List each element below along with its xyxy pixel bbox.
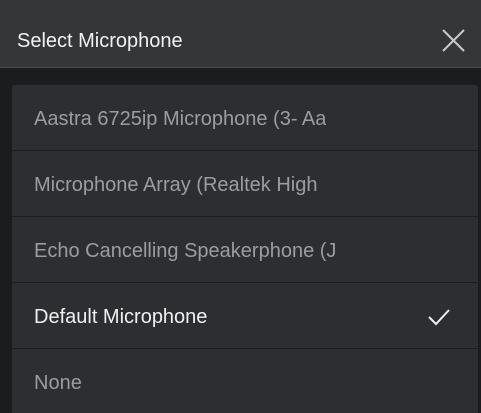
dialog-title: Select Microphone [17, 30, 183, 52]
microphone-option[interactable]: Echo Cancelling Speakerphone (J [12, 217, 478, 283]
microphone-option-label: Default Microphone [34, 306, 208, 328]
close-icon [440, 27, 467, 54]
microphone-option[interactable]: Microphone Array (Realtek High [12, 151, 478, 217]
microphone-option[interactable]: None [12, 349, 478, 413]
dialog-header: Select Microphone [0, 0, 481, 68]
close-button[interactable] [440, 27, 467, 54]
microphone-option-label: Echo Cancelling Speakerphone (J [34, 240, 337, 262]
microphone-option-label: Aastra 6725ip Microphone (3- Aa [34, 108, 327, 130]
checkmark-icon [426, 307, 452, 327]
select-microphone-dialog: Select Microphone Aastra 6725ip Micropho… [0, 0, 481, 413]
microphone-option-selected[interactable]: Default Microphone [12, 283, 478, 349]
microphone-option[interactable]: Aastra 6725ip Microphone (3- Aa [12, 85, 478, 151]
microphone-list: Aastra 6725ip Microphone (3- Aa Micropho… [12, 85, 478, 413]
microphone-option-label: None [34, 372, 82, 394]
microphone-option-label: Microphone Array (Realtek High [34, 174, 318, 196]
